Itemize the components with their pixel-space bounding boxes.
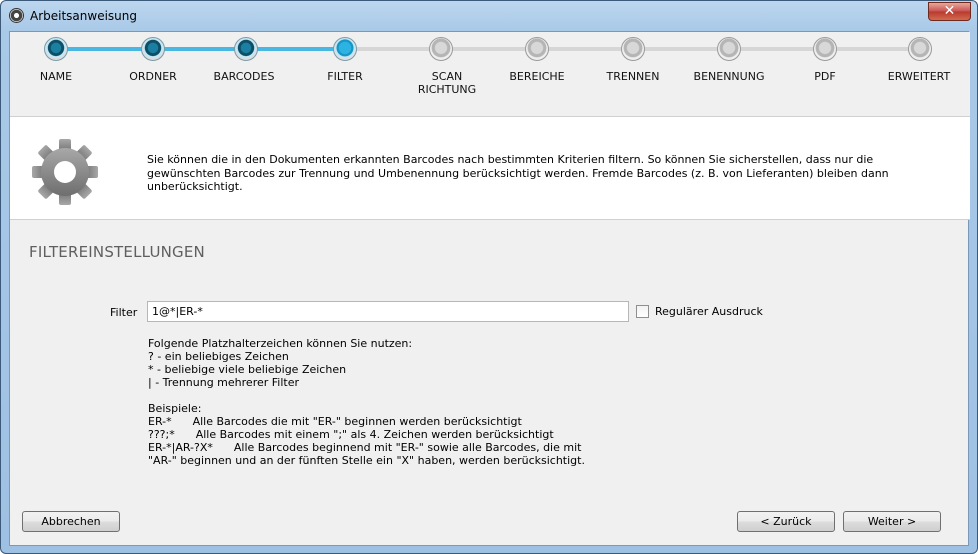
hint-item: ? - ein beliebiges Zeichen xyxy=(148,350,289,363)
filter-label: Filter xyxy=(110,306,138,319)
section-title: FILTEREINSTELLUNGEN xyxy=(29,243,205,261)
filter-input[interactable] xyxy=(147,301,629,322)
wizard-window: Arbeitsanweisung ✕ NAME ORDNER BARCODES FIL… xyxy=(0,0,978,554)
step-label[interactable]: SCAN RICHTUNG xyxy=(397,70,497,96)
stepper-connector xyxy=(729,47,825,51)
step-label[interactable]: BENENNUNG xyxy=(679,70,779,83)
step-indicator-3[interactable] xyxy=(333,37,357,61)
step-indicator-8[interactable] xyxy=(813,37,837,61)
step-label[interactable]: BEREICHE xyxy=(487,70,587,83)
step-indicator-7[interactable] xyxy=(717,37,741,61)
info-description: Sie können die in den Dokumenten erkannt… xyxy=(147,153,889,193)
step-label[interactable]: FILTER xyxy=(295,70,395,83)
placeholder-hints: Folgende Platzhalterzeichen können Sie n… xyxy=(148,337,668,467)
step-label[interactable]: ERWEITERT xyxy=(869,70,969,83)
step-indicator-1[interactable] xyxy=(141,37,165,61)
app-icon xyxy=(9,8,24,23)
stepper-connector xyxy=(825,47,920,51)
stepper-connector xyxy=(345,47,441,51)
example-row: "AR-" beginnen und an der fünften Stelle… xyxy=(148,454,585,467)
stepper-connector xyxy=(153,47,246,51)
step-label[interactable]: NAME xyxy=(6,70,106,83)
back-button[interactable]: < Zurück xyxy=(737,511,835,532)
step-indicator-2[interactable] xyxy=(234,37,258,61)
step-label[interactable]: PDF xyxy=(775,70,875,83)
step-label[interactable]: BARCODES xyxy=(194,70,294,83)
gear-icon xyxy=(32,139,98,205)
title-bar: Arbeitsanweisung ✕ xyxy=(1,1,977,31)
step-label[interactable]: ORDNER xyxy=(103,70,203,83)
examples-title: Beispiele: xyxy=(148,402,202,415)
stepper-connector xyxy=(633,47,729,51)
regex-checkbox-label[interactable]: Regulärer Ausdruck xyxy=(655,305,763,318)
step-indicator-5[interactable] xyxy=(525,37,549,61)
example-row: ER-*|AR-?X* Alle Barcodes beginnend mit … xyxy=(148,441,582,454)
stepper-connector xyxy=(537,47,633,51)
stepper-connector xyxy=(246,47,345,51)
stepper-connector xyxy=(441,47,537,51)
example-row: ER-* Alle Barcodes die mit "ER-" beginne… xyxy=(148,415,522,428)
step-indicator-0[interactable] xyxy=(44,37,68,61)
next-button[interactable]: Weiter > xyxy=(843,511,941,532)
wizard-client-area: NAME ORDNER BARCODES FILTER SCAN RICHTUNG BER… xyxy=(9,31,970,546)
hint-item: * - beliebige viele beliebige Zeichen xyxy=(148,363,347,376)
step-label[interactable]: TRENNEN xyxy=(583,70,683,83)
hints-intro: Folgende Platzhalterzeichen können Sie n… xyxy=(148,337,413,350)
close-button[interactable]: ✕ xyxy=(928,2,971,21)
window-title: Arbeitsanweisung xyxy=(30,9,138,23)
wizard-stepper: NAME ORDNER BARCODES FILTER SCAN RICHTUNG BER… xyxy=(10,32,970,116)
example-row: ???;* Alle Barcodes mit einem ";" als 4.… xyxy=(148,428,554,441)
regex-checkbox[interactable] xyxy=(636,305,649,318)
cancel-button[interactable]: Abbrechen xyxy=(22,511,120,532)
step-indicator-9[interactable] xyxy=(908,37,932,61)
step-indicator-6[interactable] xyxy=(621,37,645,61)
info-band: Sie können die in den Dokumenten erkannt… xyxy=(10,116,970,220)
hint-item: | - Trennung mehrerer Filter xyxy=(148,376,299,389)
step-indicator-4[interactable] xyxy=(429,37,453,61)
stepper-connector xyxy=(56,47,153,51)
